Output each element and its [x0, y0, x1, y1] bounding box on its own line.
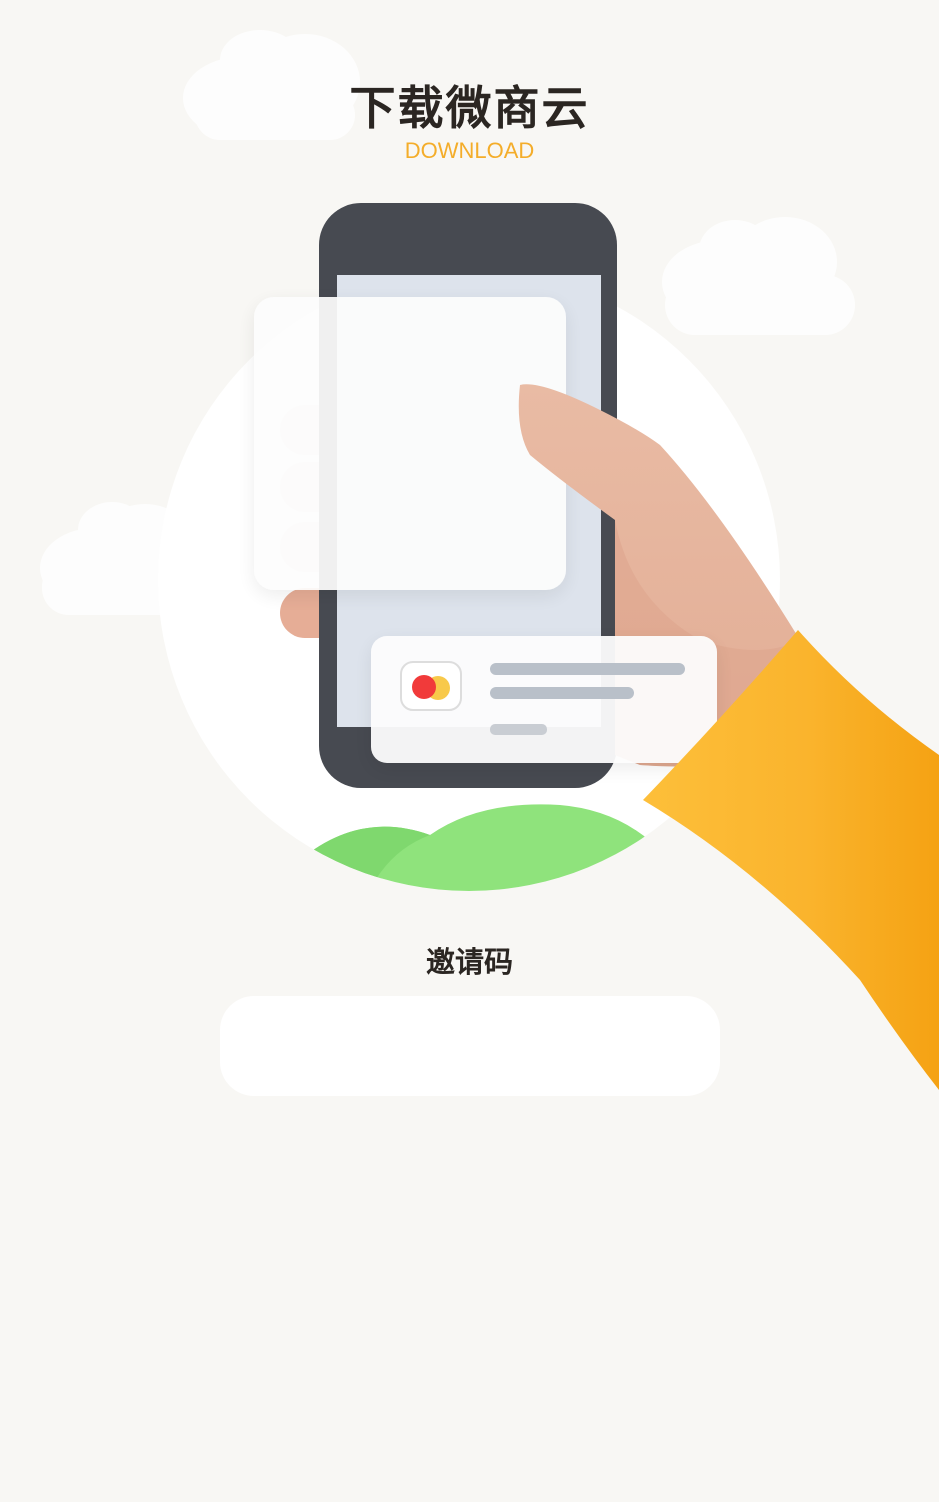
payment-card: [371, 636, 717, 763]
floating-card: [254, 297, 566, 590]
cloud-right: [662, 217, 855, 335]
download-page: 下载微商云 DOWNLOAD 邀请码: [0, 0, 939, 1502]
invite-code-input[interactable]: [220, 996, 720, 1096]
invite-code-label: 邀请码: [425, 945, 513, 979]
page-title: 下载微商云: [349, 81, 590, 135]
page-subtitle: DOWNLOAD: [404, 138, 535, 163]
